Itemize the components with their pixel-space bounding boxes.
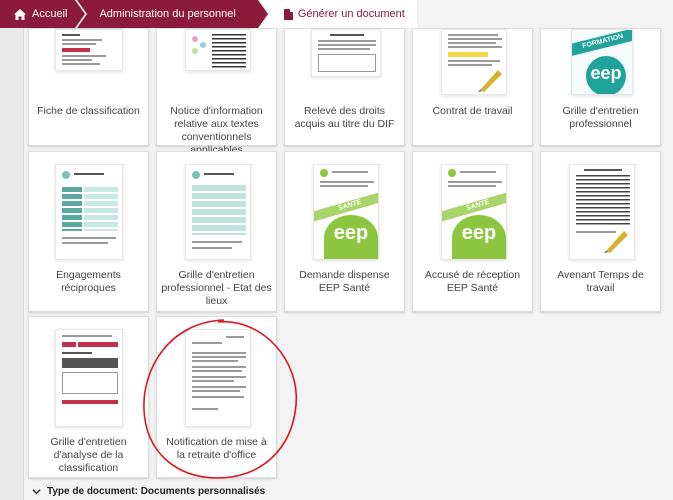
document-card-releve-dif[interactable]: Relevé des droits acquis au titre du DIF	[284, 28, 405, 146]
section-title: Type de document: Documents personnalisé…	[47, 486, 266, 497]
document-card-engagements-reciproques[interactable]: Engagements réciproques	[28, 151, 149, 312]
pen-icon	[478, 70, 502, 92]
eep-logo: eep	[324, 215, 378, 259]
document-thumbnail	[185, 164, 251, 260]
pen-icon	[604, 231, 628, 253]
document-thumbnail	[55, 29, 123, 71]
document-card-grille-entretien-pro[interactable]: FORMATION eep Grille d'entretien profess…	[540, 28, 661, 146]
document-card-label: Notice d'information relative aux textes…	[170, 105, 263, 156]
breadcrumb-admin-label: Administration du personnel	[99, 8, 236, 20]
breadcrumb-current: Générer un document	[259, 0, 417, 28]
chevron-down-icon	[32, 489, 41, 495]
document-card-label: Grille d'entretien d'analyse de la class…	[50, 436, 127, 474]
document-card-contrat-travail[interactable]: Contrat de travail	[412, 28, 533, 146]
personalized-documents-toggle[interactable]: Type de document: Documents personnalisé…	[32, 486, 265, 497]
formation-banner: FORMATION	[572, 30, 632, 57]
document-thumbnail	[185, 329, 251, 427]
document-card-accuse-reception-eep[interactable]: SANTÉ eep Accusé de réception EEP Santé	[412, 151, 533, 312]
document-card-label: Grille d'entretien professionnel - Etat …	[161, 269, 272, 307]
home-icon	[14, 8, 26, 20]
document-card-label: Fiche de classification	[37, 105, 140, 117]
eep-logo: eep	[586, 56, 626, 94]
document-card-label: Engagements réciproques	[56, 269, 121, 294]
document-thumbnail: SANTÉ eep	[313, 164, 379, 260]
document-card-demande-dispense-eep[interactable]: SANTÉ eep Demande dispense EEP Santé	[284, 151, 405, 312]
document-card-label: Accusé de réception EEP Santé	[424, 269, 521, 294]
document-thumbnail	[441, 29, 507, 95]
document-thumbnail: FORMATION eep	[571, 29, 633, 95]
side-panel-strip	[0, 28, 24, 500]
document-thumbnail	[55, 329, 123, 427]
document-card-label: Relevé des droits acquis au titre du DIF	[294, 105, 395, 130]
breadcrumb-admin[interactable]: Administration du personnel	[77, 0, 269, 28]
breadcrumb: Accueil Administration du personnel Géné…	[0, 0, 673, 28]
document-thumbnail: SANTÉ eep	[441, 164, 507, 260]
document-card-label: Demande dispense EEP Santé	[299, 269, 390, 294]
document-thumbnail	[569, 164, 635, 260]
document-card-notification-retraite[interactable]: Notification de mise à la retraite d'off…	[156, 316, 277, 478]
document-card-fiche-classification[interactable]: Fiche de classification	[28, 28, 149, 146]
document-icon	[283, 8, 293, 20]
document-thumbnail	[55, 164, 123, 260]
document-thumbnail	[311, 29, 381, 77]
document-card-label: Notification de mise à la retraite d'off…	[166, 436, 267, 461]
breadcrumb-current-label: Générer un document	[297, 8, 405, 20]
document-card-avenant-temps-travail[interactable]: Avenant Temps de travail	[540, 151, 661, 312]
eep-logo: eep	[452, 215, 506, 259]
document-card-grille-etat-lieux[interactable]: Grille d'entretien professionnel - Etat …	[156, 151, 277, 312]
document-card-notice-information[interactable]: Notice d'information relative aux textes…	[156, 28, 277, 156]
document-card-label: Contrat de travail	[432, 105, 513, 117]
document-thumbnail	[185, 29, 251, 71]
breadcrumb-home[interactable]: Accueil	[0, 0, 87, 28]
document-card-label: Avenant Temps de travail	[557, 269, 644, 294]
document-card-label: Grille d'entretien professionnel	[562, 105, 639, 130]
document-card-grille-analyse-classification[interactable]: Grille d'entretien d'analyse de la class…	[28, 316, 149, 478]
breadcrumb-home-label: Accueil	[32, 8, 68, 20]
